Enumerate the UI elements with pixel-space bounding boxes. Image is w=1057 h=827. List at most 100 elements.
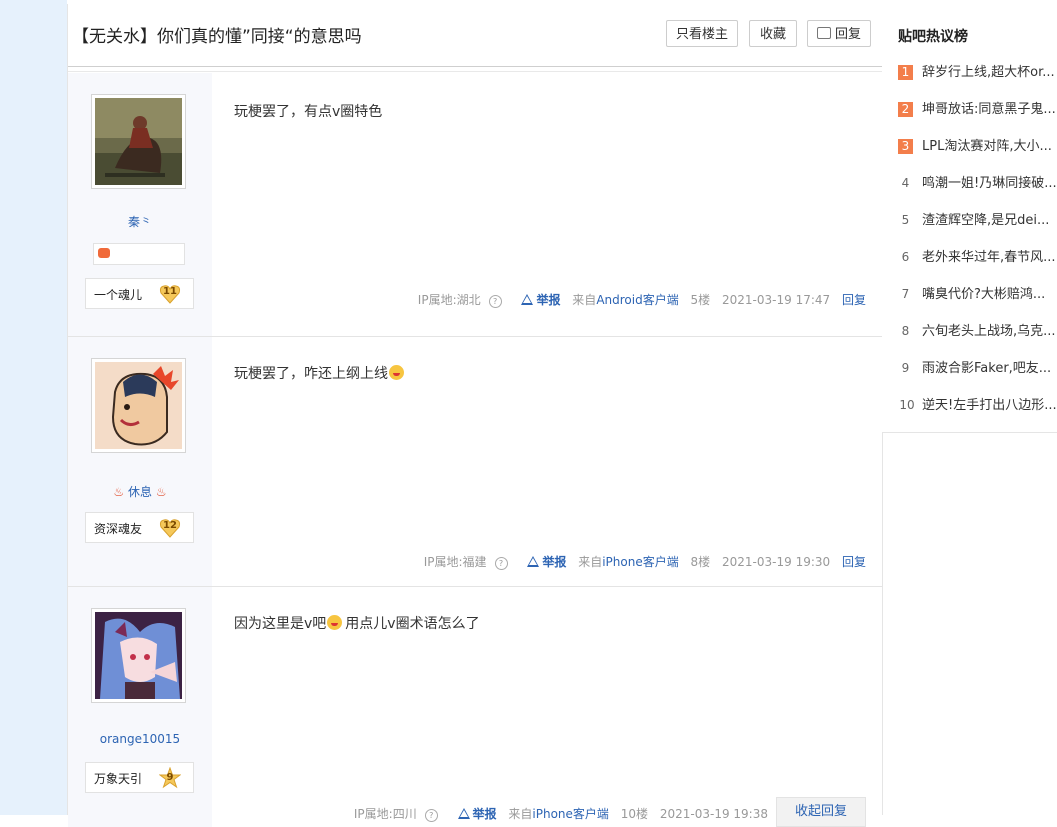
hot-topic-item[interactable]: 1 辞岁行上线,超大杯or... xyxy=(898,61,1057,81)
help-icon[interactable]: ? xyxy=(424,809,438,822)
rank-number: 1 xyxy=(898,65,913,80)
avatar[interactable] xyxy=(91,358,186,453)
game-badge-icon xyxy=(98,248,110,258)
reply-link[interactable]: 回复 xyxy=(842,555,866,569)
hot-topic-text: LPL淘汰赛对阵,大小... xyxy=(922,139,1052,154)
floor-number: 8楼 xyxy=(690,555,711,569)
reply-button-label: 回复 xyxy=(834,27,861,42)
ip-location: IP属地:四川? xyxy=(354,807,438,822)
level-badge[interactable]: 资深魂友 12 xyxy=(85,512,194,543)
hot-topic-text: 雨波合影Faker,吧友... xyxy=(922,361,1052,376)
level-heart-icon: 11 xyxy=(159,283,181,305)
level-name: 万象天引 xyxy=(94,772,143,786)
post-tail: IP属地:四川? 举报 来自iPhone客户端 10楼 2021-03-19 1… xyxy=(346,805,768,822)
badge-row xyxy=(93,243,185,265)
post-time: 2021-03-19 17:47 xyxy=(722,293,831,307)
rank-number: 6 xyxy=(901,250,910,264)
report-link[interactable]: 举报 xyxy=(519,555,566,569)
level-badge[interactable]: 万象天引 9 xyxy=(85,762,194,793)
hot-topic-text: 渣渣辉空降,是兄dei... xyxy=(922,213,1050,228)
reply-icon xyxy=(816,27,831,39)
post-content: 因为这里是v吧 用点儿v圈术语怎么了 xyxy=(234,613,480,633)
hot-topic-text: 六旬老头上战场,乌克... xyxy=(922,324,1056,339)
avatar-image xyxy=(95,98,182,185)
hot-topic-item[interactable]: 2 坤哥放话:同意黑子鬼... xyxy=(898,98,1057,118)
author-panel: orange10015 万象天引 9 xyxy=(68,587,212,827)
level-star-icon: 9 xyxy=(159,767,181,789)
hot-topic-text: 辞岁行上线,超大杯or... xyxy=(922,65,1055,80)
thread-title: 【无关水】你们真的懂”同接“的意思吗 xyxy=(72,27,362,47)
warning-icon xyxy=(457,808,470,819)
laughing-emoji-icon xyxy=(389,365,404,380)
hot-topic-item[interactable]: 10 逆天!左手打出八边形... xyxy=(898,394,1057,414)
hot-topic-item[interactable]: 6 老外来华过年,春节风... xyxy=(898,246,1057,266)
post-text: 用点儿v圈术语怎么了 xyxy=(345,616,480,632)
rank-number: 4 xyxy=(901,176,910,190)
reply-button[interactable]: 回复 xyxy=(807,20,871,47)
divider xyxy=(68,71,882,72)
level-badge[interactable]: 一个魂儿 11 xyxy=(85,278,194,309)
hot-topic-item[interactable]: 4 鸣潮一姐!乃琳同接破... xyxy=(898,172,1057,192)
hot-topics-sidebar: 贴吧热议榜 1 辞岁行上线,超大杯or... 2 坤哥放话:同意黑子鬼... 3 LP… xyxy=(882,4,1057,433)
laughing-emoji-icon xyxy=(327,615,343,630)
level-name: 资深魂友 xyxy=(94,522,143,536)
avatar-image xyxy=(95,612,182,699)
rank-number: 3 xyxy=(898,139,913,154)
post-floor-5: 秦⺀ 一个魂儿 11 玩梗罢了，有点v圈特色 IP属地:湖北? 举报 来自And… xyxy=(68,73,882,337)
ip-location: IP属地:湖北? xyxy=(418,293,502,308)
report-link[interactable]: 举报 xyxy=(513,293,560,307)
username[interactable]: ♨ 休息 ♨ xyxy=(68,483,212,500)
rank-number: 8 xyxy=(901,324,910,338)
client-link[interactable]: iPhone客户端 xyxy=(602,555,679,569)
post-text: 因为这里是v吧 xyxy=(234,616,327,632)
warning-icon xyxy=(527,556,540,567)
hot-topic-text: 鸣潮一姐!乃琳同接破... xyxy=(922,176,1057,191)
level-number: 11 xyxy=(163,286,177,297)
level-number: 9 xyxy=(166,772,174,783)
hot-topic-item[interactable]: 5 渣渣辉空降,是兄dei... xyxy=(898,209,1057,229)
level-name: 一个魂儿 xyxy=(94,288,143,302)
username[interactable]: orange10015 xyxy=(68,732,212,746)
username[interactable]: 秦⺀ xyxy=(68,213,212,230)
fire-icon: ♨ xyxy=(113,485,125,499)
ip-location: IP属地:福建? xyxy=(424,555,508,570)
floor-number: 10楼 xyxy=(620,807,649,821)
post-floor-8: ♨ 休息 ♨ 资深魂友 12 玩梗罢了，咋还上纲上线 IP属地:福建? 举报 来… xyxy=(68,337,882,587)
help-icon[interactable]: ? xyxy=(488,295,502,308)
avatar[interactable] xyxy=(91,608,186,703)
username-text: 休息 xyxy=(127,485,152,499)
fire-icon: ♨ xyxy=(155,485,167,499)
rank-number: 5 xyxy=(901,213,910,227)
hot-topic-item[interactable]: 8 六旬老头上战场,乌克... xyxy=(898,320,1057,340)
author-panel: 秦⺀ 一个魂儿 11 xyxy=(68,73,212,336)
post-text: 玩梗罢了，咋还上纲上线 xyxy=(234,366,388,382)
rank-number: 10 xyxy=(899,398,915,412)
reply-link[interactable]: 回复 xyxy=(842,293,866,307)
client-source: 来自iPhone客户端 xyxy=(508,807,609,821)
avatar[interactable] xyxy=(91,94,186,189)
rank-number: 7 xyxy=(901,287,910,301)
hot-topic-text: 老外来华过年,春节风... xyxy=(922,250,1056,265)
rank-number: 2 xyxy=(898,102,913,117)
help-icon[interactable]: ? xyxy=(494,557,508,570)
warning-icon xyxy=(521,294,534,305)
favorite-button[interactable]: 收藏 xyxy=(749,20,797,47)
hot-topic-item[interactable]: 3 LPL淘汰赛对阵,大小... xyxy=(898,135,1057,155)
floor-number: 5楼 xyxy=(690,293,711,307)
author-panel: ♨ 休息 ♨ 资深魂友 12 xyxy=(68,337,212,586)
post-tail: IP属地:湖北? 举报 来自Android客户端 5楼 2021-03-19 1… xyxy=(410,291,866,308)
collapse-replies-button[interactable]: 收起回复 xyxy=(776,797,866,827)
only-op-button[interactable]: 只看楼主 xyxy=(666,20,738,47)
report-link[interactable]: 举报 xyxy=(450,807,497,821)
hot-topic-item[interactable]: 9 雨波合影Faker,吧友... xyxy=(898,357,1057,377)
post-time: 2021-03-19 19:30 xyxy=(722,555,831,569)
client-link[interactable]: Android客户端 xyxy=(596,293,678,307)
sidebar-title: 贴吧热议榜 xyxy=(898,29,968,45)
left-background xyxy=(0,0,67,815)
client-link[interactable]: iPhone客户端 xyxy=(532,807,609,821)
hot-topic-item[interactable]: 7 嘴臭代价?大彬赔鸿... xyxy=(898,283,1057,303)
post-floor-10: orange10015 万象天引 9 因为这里是v吧 用点儿v圈术语怎么了 IP属… xyxy=(68,587,882,827)
level-number: 12 xyxy=(163,520,177,531)
post-time: 2021-03-19 19:38 xyxy=(659,807,768,821)
client-source: 来自iPhone客户端 xyxy=(578,555,679,569)
